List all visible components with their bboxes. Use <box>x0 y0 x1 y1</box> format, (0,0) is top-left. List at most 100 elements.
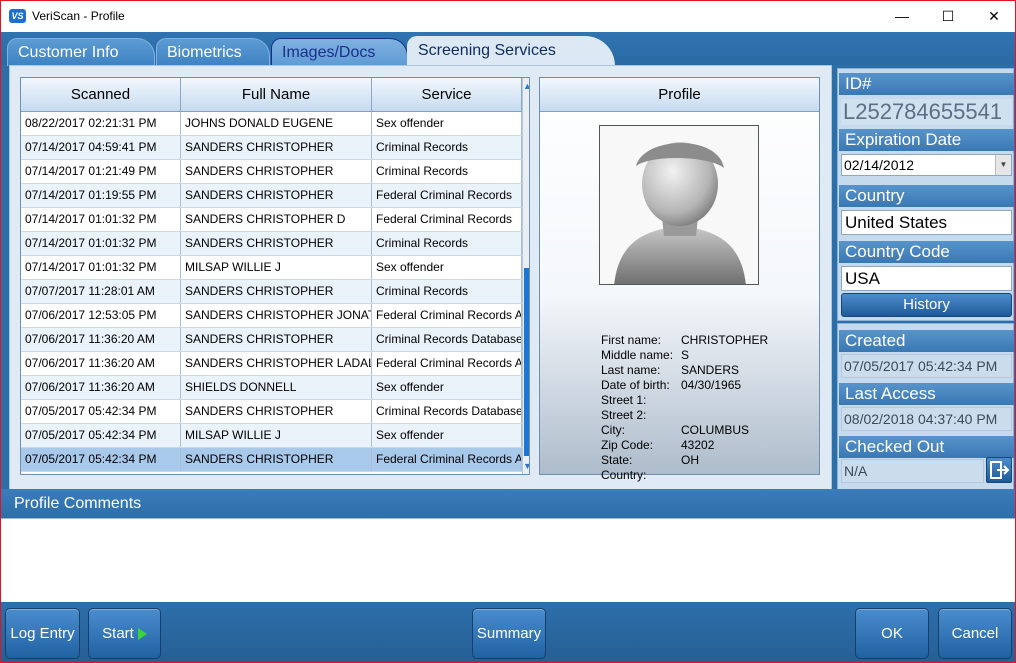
table-row[interactable]: 07/14/2017 01:01:32 PM SANDERS CHRISTOPHE… <box>21 208 522 232</box>
cell-scanned: 07/14/2017 01:01:32 PM <box>21 256 181 279</box>
checkout-button[interactable] <box>986 457 1012 483</box>
table-row[interactable]: 07/05/2017 05:42:34 PM SANDERS CHRISTOPHE… <box>21 400 522 424</box>
table-row[interactable]: 07/06/2017 12:53:05 PM SANDERS CHRISTOPHE… <box>21 304 522 328</box>
table-row[interactable]: 07/14/2017 01:01:32 PM SANDERS CHRISTOPHE… <box>21 232 522 256</box>
profile-field-label: Street 1: <box>601 393 647 407</box>
column-header-full-name[interactable]: Full Name <box>181 78 372 112</box>
expiration-date-picker[interactable]: 02/14/2012 ▼ <box>841 154 1012 176</box>
cell-service: Criminal Records Database <box>372 400 522 423</box>
country-code-field[interactable]: USA <box>841 266 1012 291</box>
cancel-button[interactable]: Cancel <box>938 608 1012 659</box>
table-row[interactable]: 08/22/2017 02:21:31 PM JOHNS DONALD EUGEN… <box>21 112 522 136</box>
country-code-label: Country Code <box>839 241 1014 263</box>
table-row[interactable]: 07/14/2017 01:21:49 PM SANDERS CHRISTOPHE… <box>21 160 522 184</box>
cell-scanned: 07/14/2017 04:59:41 PM <box>21 136 181 159</box>
scrollbar-thumb[interactable] <box>524 268 529 456</box>
column-header-service[interactable]: Service <box>372 78 522 112</box>
profile-comments-label: Profile Comments <box>1 489 1015 519</box>
cell-full-name: SANDERS CHRISTOPHER <box>181 400 372 423</box>
table-scrollbar[interactable]: ▲ ▼ <box>522 78 529 474</box>
cell-full-name: MILSAP WILLIE J <box>181 256 372 279</box>
profile-field-label: Street 2: <box>601 408 647 422</box>
profile-field-label: State: <box>601 453 633 467</box>
expiration-date-label: Expiration Date <box>839 129 1014 151</box>
profile-photo-placeholder-icon <box>599 125 759 285</box>
expiration-date-value: 02/14/2012 <box>844 157 915 173</box>
cell-scanned: 07/05/2017 05:42:34 PM <box>21 448 181 471</box>
cell-full-name: SANDERS CHRISTOPHER <box>181 136 372 159</box>
cell-full-name: SANDERS CHRISTOPHER <box>181 280 372 303</box>
scroll-down-arrow-icon[interactable]: ▼ <box>523 461 529 471</box>
cell-scanned: 07/06/2017 12:53:05 PM <box>21 304 181 327</box>
start-button[interactable]: Start <box>88 608 161 659</box>
cell-service: Federal Criminal Records <box>372 184 522 207</box>
profile-field-label: Last name: <box>601 363 661 377</box>
tab-biometrics[interactable]: Biometrics <box>156 38 270 66</box>
table-row[interactable]: 07/14/2017 01:19:55 PM SANDERS CHRISTOPHE… <box>21 184 522 208</box>
country-field[interactable]: United States <box>841 210 1012 235</box>
cell-scanned: 07/14/2017 01:21:49 PM <box>21 160 181 183</box>
table-row[interactable]: 07/06/2017 11:36:20 AM SANDERS CHRISTOPHE… <box>21 352 522 376</box>
cell-full-name: SHIELDS DONNELL <box>181 376 372 399</box>
cell-service: Criminal Records <box>372 160 522 183</box>
profile-field-value: CHRISTOPHER <box>681 333 769 347</box>
profile-field-label: City: <box>601 423 625 437</box>
play-arrow-icon <box>137 628 147 641</box>
ok-button[interactable]: OK <box>855 608 929 659</box>
cell-scanned: 07/06/2017 11:36:20 AM <box>21 376 181 399</box>
close-button[interactable]: ✕ <box>971 1 1015 32</box>
profile-comments-textarea[interactable] <box>1 518 1015 603</box>
cell-service: Federal Criminal Records <box>372 208 522 231</box>
tab-screening-services[interactable]: Screening Services <box>407 36 615 67</box>
table-header: Scanned Full Name Service <box>21 78 529 112</box>
table-row[interactable]: 07/07/2017 11:28:01 AM SANDERS CHRISTOPHE… <box>21 280 522 304</box>
exit-door-icon <box>990 461 1010 479</box>
log-entry-button[interactable]: Log Entry <box>5 608 80 659</box>
last-access-value: 08/02/2018 04:37:40 PM <box>841 407 1012 431</box>
cell-service: Sex offender <box>372 376 522 399</box>
profile-field-value: S <box>681 348 690 362</box>
profile-header: Profile <box>540 78 819 112</box>
history-button[interactable]: History <box>841 293 1012 317</box>
table-row[interactable]: 07/05/2017 05:42:34 PM MILSAP WILLIE J Sex… <box>21 424 522 448</box>
cell-scanned: 07/05/2017 05:42:34 PM <box>21 424 181 447</box>
cell-scanned: 07/05/2017 05:42:34 PM <box>21 400 181 423</box>
cell-full-name: SANDERS CHRISTOPHER <box>181 232 372 255</box>
title-bar: VS VeriScan - Profile — ☐ ✕ <box>1 1 1015 32</box>
cell-service: Criminal Records <box>372 280 522 303</box>
table-row[interactable]: 07/05/2017 05:42:34 PM SANDERS CHRISTOPHE… <box>21 448 522 472</box>
table-row[interactable]: 07/06/2017 11:36:20 AM SANDERS CHRISTOPHE… <box>21 328 522 352</box>
column-header-scanned[interactable]: Scanned <box>21 78 181 112</box>
id-panel: ID# L252784655541 Expiration Date 02/14/… <box>837 68 1014 321</box>
scroll-up-arrow-icon[interactable]: ▲ <box>523 81 529 91</box>
summary-button[interactable]: Summary <box>472 608 546 659</box>
profile-field-label: Country: <box>601 468 647 482</box>
cell-service: Criminal Records <box>372 232 522 255</box>
cell-scanned: 07/06/2017 11:36:20 AM <box>21 352 181 375</box>
cell-full-name: SANDERS CHRISTOPHER <box>181 328 372 351</box>
profile-card: Profile First name: CHRISTOPHER Middle n… <box>539 77 820 482</box>
profile-field-value: OH <box>681 453 699 467</box>
table-row[interactable]: 07/06/2017 11:36:20 AM SHIELDS DONNELL Sex… <box>21 376 522 400</box>
cell-full-name: SANDERS CHRISTOPHER LADALE <box>181 352 372 375</box>
profile-field-value: 43202 <box>681 438 715 452</box>
chevron-down-icon[interactable]: ▼ <box>995 155 1011 175</box>
cell-scanned: 07/07/2017 11:28:01 AM <box>21 280 181 303</box>
cell-full-name: SANDERS CHRISTOPHER JONATH <box>181 304 372 327</box>
start-button-label: Start <box>102 625 134 642</box>
window-title: VeriScan - Profile <box>32 9 125 23</box>
veriscan-app-icon: VS <box>9 9 26 23</box>
maximize-button[interactable]: ☐ <box>925 1 971 32</box>
screening-results-table: Scanned Full Name Service 08/22/2017 02:… <box>20 77 530 475</box>
minimize-button[interactable]: — <box>879 1 925 32</box>
table-row[interactable]: 07/14/2017 04:59:41 PM SANDERS CHRISTOPHE… <box>21 136 522 160</box>
screening-services-panel: Scanned Full Name Service 08/22/2017 02:… <box>9 65 832 515</box>
tab-images-docs[interactable]: Images/Docs <box>271 38 408 66</box>
profile-field-label: Date of birth: <box>601 378 670 392</box>
cell-full-name: JOHNS DONALD EUGENE <box>181 112 372 135</box>
id-label: ID# <box>839 73 1014 95</box>
cell-full-name: SANDERS CHRISTOPHER <box>181 184 372 207</box>
profile-field-value: 04/30/1965 <box>681 378 742 392</box>
table-row[interactable]: 07/14/2017 01:01:32 PM MILSAP WILLIE J Sex… <box>21 256 522 280</box>
tab-customer-info[interactable]: Customer Info <box>7 38 155 66</box>
